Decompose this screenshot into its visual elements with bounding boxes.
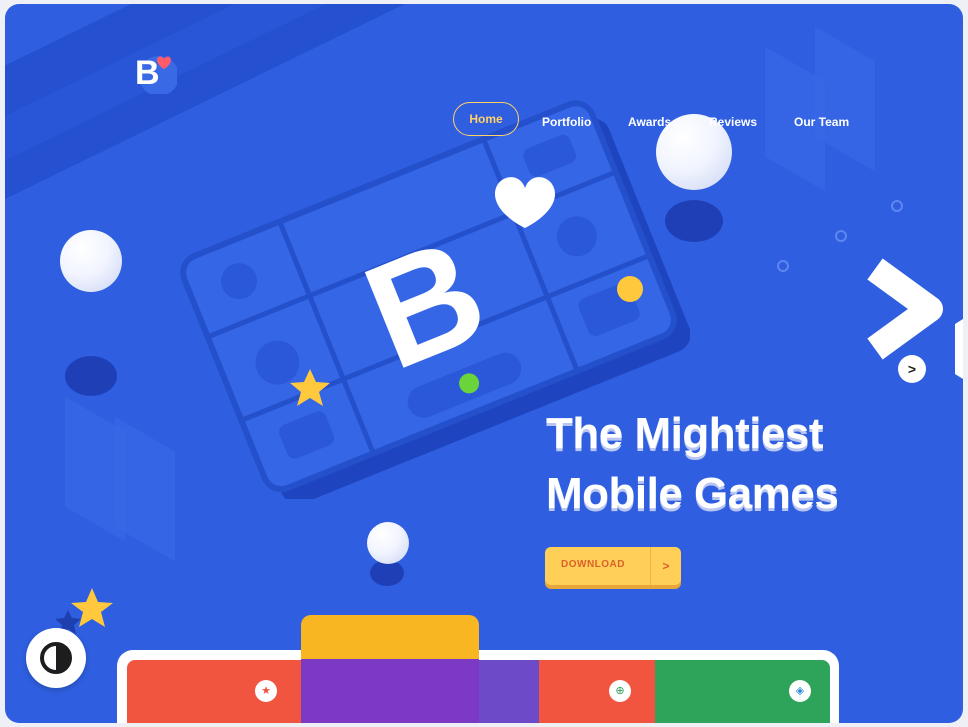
target-icon: ⊕ [609,680,631,702]
hero-canvas: B The Mightiest Mobile Games DOWNLOAD > … [5,4,963,723]
top-navigation: Home Portfolio Awards Reviews Our Team [5,53,963,136]
chevron-right-icon: > [907,361,917,377]
theme-toggle-icon [40,642,72,674]
featured-tile-art [301,659,479,723]
ring-decor [891,200,903,212]
ball-shadow [65,356,117,396]
white-ball [367,522,409,564]
featured-game-tile[interactable] [301,615,479,723]
headline-line-1: The Mightiest [546,409,824,458]
shield-icon: ◈ [789,680,811,702]
nav-item-our-team[interactable]: Our Team [794,115,849,129]
game-tile[interactable]: ★ [127,660,302,723]
download-label: DOWNLOAD [561,559,625,570]
hero-headline: The Mightiest Mobile Games [546,404,839,524]
game-tile[interactable] [479,660,539,723]
nav-item-home[interactable]: Home [453,102,519,136]
ring-decor [835,230,847,242]
game-tile[interactable]: ◈ [655,660,830,723]
ring-decor [777,260,789,272]
game-tile[interactable]: ⊕ [539,660,655,723]
nav-item-portfolio[interactable]: Portfolio [542,115,591,129]
headline-line-2: Mobile Games [546,469,839,518]
next-slide-button[interactable]: > [898,355,926,383]
download-button[interactable]: DOWNLOAD > [545,547,681,585]
nav-item-reviews[interactable]: Reviews [709,115,757,129]
chevron-right-icon: > [650,547,681,585]
star-icon: ★ [255,680,277,702]
theme-toggle-button[interactable] [26,628,86,688]
nav-item-awards[interactable]: Awards [628,115,671,129]
white-ball [60,230,122,292]
